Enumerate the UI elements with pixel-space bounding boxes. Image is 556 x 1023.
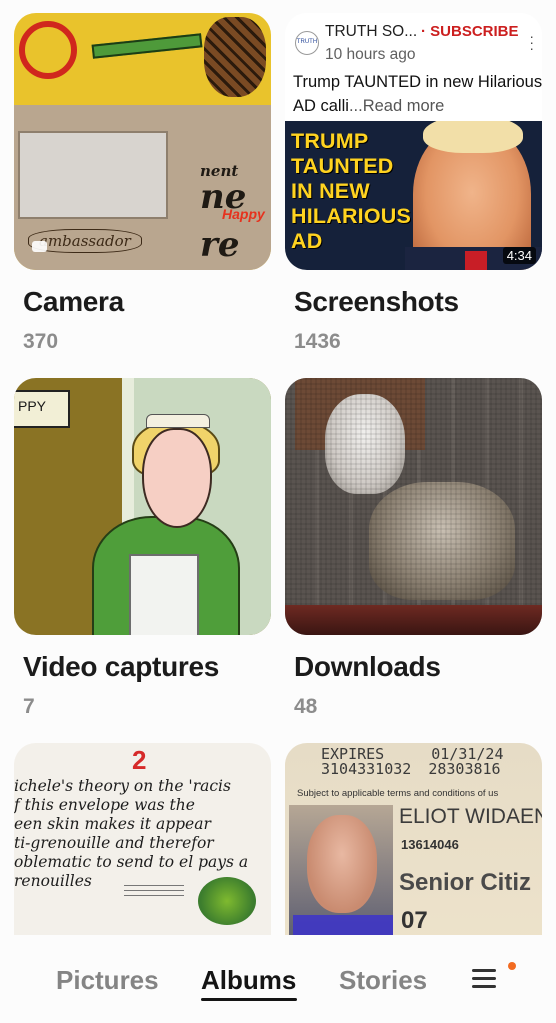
album-thumbnail-video-captures[interactable]: PPY — [14, 378, 271, 635]
video-duration: 4:34 — [502, 247, 536, 264]
card-expiry: EXPIRES 01/31/24 3104331032 28303816 — [321, 745, 504, 778]
album-name: Camera — [23, 286, 124, 317]
envelope-text: Happy — [222, 206, 265, 222]
album-downloads[interactable]: Downloads 48 — [285, 378, 542, 719]
album-count: 370 — [23, 330, 59, 353]
card-member-number: 13614046 — [401, 837, 459, 852]
album-count: 7 — [23, 695, 35, 718]
read-more-link: ...Read more — [348, 97, 445, 115]
active-tab-indicator — [201, 998, 297, 1001]
card-terms: Subject to applicable terms and conditio… — [297, 788, 499, 799]
post-time: 10 hours ago — [325, 46, 416, 63]
album-name: Video captures — [23, 651, 220, 682]
album-name: Screenshots — [294, 286, 459, 317]
channel-logo-icon: TRUTH — [295, 31, 319, 55]
pinecone-drawing — [204, 17, 266, 97]
crown-drawing — [146, 414, 210, 428]
bottom-nav: Pictures Albums Stories — [0, 935, 556, 1023]
card-tier-code: 07 — [401, 907, 428, 934]
album-screenshots[interactable]: TRUTH TRUTH SO... · SUBSCRIBE · · · 10 hou… — [285, 13, 542, 354]
album-name: Downloads — [294, 651, 441, 682]
red-circle-drawing — [19, 21, 77, 79]
tab-stories[interactable]: Stories — [339, 965, 427, 996]
page-number: 2 — [132, 745, 147, 775]
postmark — [124, 881, 184, 900]
sign-text: PPY — [14, 390, 70, 428]
album-count: 48 — [294, 695, 318, 718]
album-video-captures[interactable]: PPY Video captures 7 — [14, 378, 271, 719]
album-thumbnail-camera[interactable]: nent ne re Happy ambassador — [14, 13, 271, 270]
album-camera[interactable]: nent ne re Happy ambassador Camera 370 — [14, 13, 271, 354]
notification-dot-icon — [508, 962, 516, 970]
video-icon — [32, 241, 47, 252]
envelope-text: re — [200, 225, 240, 265]
handwritten-text: ichele's theory on the 'racis f this env… — [14, 777, 249, 890]
video-headline: TRUMP TAUNTED IN NEW HILARIOUS AD — [291, 129, 412, 253]
card-tier: Senior Citiz — [399, 869, 532, 896]
post-title: Trump TAUNTED in new Hilarious AD calli.… — [293, 70, 542, 118]
channel-name: TRUTH SO... — [325, 23, 418, 40]
video-preview: TRUMP TAUNTED IN NEW HILARIOUS AD 4:34 — [285, 121, 542, 270]
more-options-icon: · · · — [529, 28, 534, 56]
album-thumbnail-downloads[interactable] — [285, 378, 542, 635]
album-count: 1436 — [294, 330, 341, 353]
tab-albums[interactable]: Albums — [201, 965, 296, 996]
envelope-window — [18, 131, 168, 219]
tab-pictures[interactable]: Pictures — [56, 965, 159, 996]
stamp — [198, 877, 256, 925]
subscribe-label: · SUBSCRIBE — [421, 23, 519, 40]
hamburger-menu-icon[interactable] — [472, 967, 496, 989]
album-thumbnail-screenshots[interactable]: TRUTH TRUTH SO... · SUBSCRIBE · · · 10 hou… — [285, 13, 542, 270]
card-name: ELIOT WIDAEN — [399, 805, 542, 828]
screenshot-post-header: TRUTH TRUTH SO... · SUBSCRIBE · · · 10 hou… — [285, 13, 542, 121]
